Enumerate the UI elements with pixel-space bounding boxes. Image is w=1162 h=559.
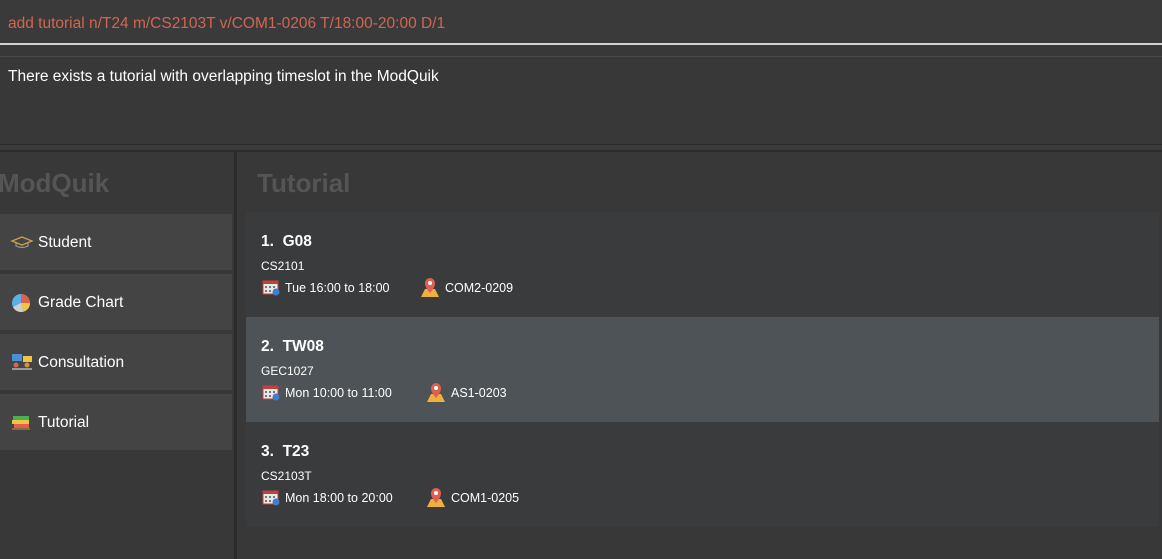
tutorial-card[interactable]: 2. TW08 GEC1027 Mon 10:00 to 11:00 AS1-0 — [246, 317, 1159, 422]
result-display: There exists a tutorial with overlapping… — [0, 57, 1162, 145]
sidebar-item-label: Student — [38, 234, 92, 251]
sidebar-title: ModQuik — [0, 168, 110, 198]
command-divider — [0, 45, 1162, 57]
sidebar-item-grade-chart[interactable]: Grade Chart — [0, 274, 232, 330]
sidebar-item-label: Grade Chart — [38, 294, 124, 311]
result-message: There exists a tutorial with overlapping… — [8, 68, 439, 85]
tutorial-card[interactable]: 3. T23 CS2103T Mon 18:00 to 20:00 COM1-0 — [246, 422, 1159, 527]
tutorial-title: 3. T23 — [261, 443, 310, 460]
sidebar-item-student[interactable]: Student — [0, 214, 232, 270]
command-box[interactable]: add tutorial n/T24 m/CS2103T v/COM1-0206… — [0, 0, 1162, 45]
tutorial-module: CS2103T — [261, 469, 312, 483]
pie-chart-icon — [10, 291, 34, 313]
sidebar-item-tutorial[interactable]: Tutorial — [0, 394, 232, 450]
command-input[interactable]: add tutorial n/T24 m/CS2103T v/COM1-0206… — [8, 15, 445, 33]
tutorial-time: Mon 18:00 to 20:00 — [285, 491, 393, 505]
panel-divider — [0, 145, 1162, 152]
consultation-icon — [10, 351, 34, 373]
sidebar-item-label: Tutorial — [38, 414, 90, 431]
calendar-icon — [262, 278, 280, 296]
location-pin-icon — [420, 276, 440, 298]
tutorial-module: CS2101 — [261, 259, 305, 273]
tutorial-venue: COM2-0209 — [445, 281, 514, 295]
tutorial-panel: Tutorial 1. G08 CS2101 Tue 16:00 to 18:0… — [237, 152, 1162, 559]
graduation-cap-icon — [10, 231, 34, 253]
tutorial-title: 2. TW08 — [261, 338, 324, 355]
calendar-icon — [262, 488, 280, 506]
tutorial-time: Tue 16:00 to 18:00 — [285, 281, 390, 295]
sidebar-item-label: Consultation — [38, 354, 125, 371]
tutorial-list[interactable]: 1. G08 CS2101 Tue 16:00 to 18:00 COM2-02 — [246, 212, 1159, 527]
calendar-icon — [262, 383, 280, 401]
location-pin-icon — [426, 381, 446, 403]
tutorial-time: Mon 10:00 to 11:00 — [285, 386, 392, 400]
sidebar-item-consultation[interactable]: Consultation — [0, 334, 232, 390]
tutorial-venue: COM1-0205 — [451, 491, 520, 505]
tutorial-venue: AS1-0203 — [451, 386, 507, 400]
sidebar: ModQuik Student Grade Chart Consultation… — [0, 152, 237, 559]
books-icon — [10, 411, 34, 433]
tutorial-title: 1. G08 — [261, 233, 312, 250]
tutorial-card[interactable]: 1. G08 CS2101 Tue 16:00 to 18:00 COM2-02 — [246, 212, 1159, 317]
tutorial-module: GEC1027 — [261, 364, 314, 378]
location-pin-icon — [426, 486, 446, 508]
page-title: Tutorial — [257, 168, 351, 198]
